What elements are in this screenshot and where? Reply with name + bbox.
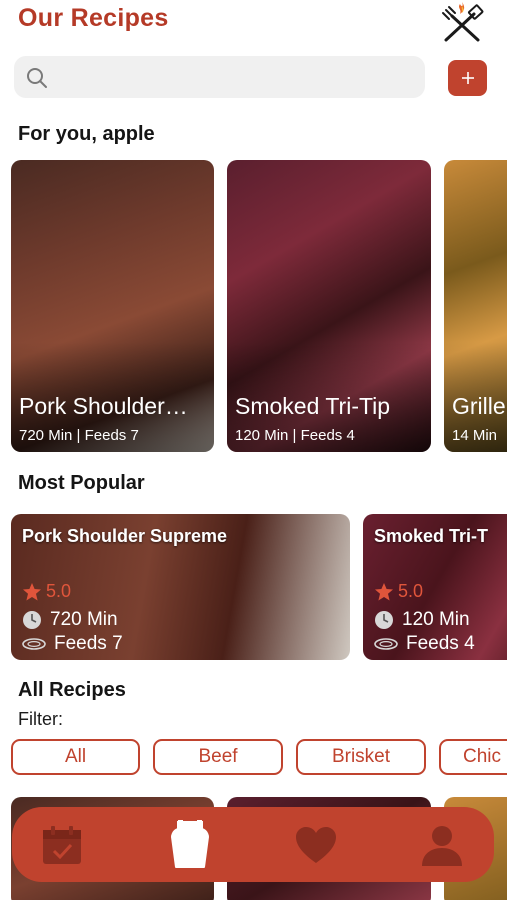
bottom-nav: [12, 807, 494, 882]
filter-label: Filter:: [18, 709, 63, 729]
search-input[interactable]: [58, 64, 422, 92]
nav-item-profile[interactable]: [416, 819, 468, 871]
time-value: 720 Min: [50, 609, 118, 630]
apron-icon: [171, 820, 209, 868]
feeds-row: Feeds 4: [374, 633, 475, 655]
filter-chip-beef[interactable]: Beef: [153, 739, 283, 775]
search-icon: [27, 68, 47, 88]
most-popular-heading: Most Popular: [18, 472, 145, 494]
recipe-card-title: Smoked Tri-Tip: [235, 393, 391, 419]
filter-chips: All Beef Brisket Chic: [11, 739, 507, 781]
calendar-check-icon: [43, 826, 81, 864]
recipe-card-title: Grille: [452, 393, 506, 419]
star-icon: [23, 582, 41, 600]
recipe-card[interactable]: Smoked Tri-Tip 120 Min | Feeds 4: [227, 160, 431, 452]
search-bar[interactable]: [14, 56, 425, 98]
time-row: 720 Min: [22, 609, 118, 631]
rating-value: 5.0: [398, 581, 424, 601]
nav-item-recipes[interactable]: [164, 819, 216, 871]
plate-icon: [374, 638, 398, 650]
add-recipe-button[interactable]: [448, 60, 487, 96]
grill-tools-icon: [438, 0, 486, 46]
time-value: 120 Min: [402, 609, 470, 630]
plus-icon: [461, 72, 474, 84]
all-recipes-heading: All Recipes: [18, 679, 126, 701]
popular-card[interactable]: Smoked Tri-T 5.0 120 Min Feeds 4: [363, 514, 507, 660]
rating: 5.0: [374, 581, 423, 602]
popular-card-title: Pork Shoulder Supreme: [22, 526, 228, 546]
clock-icon: [375, 611, 393, 629]
star-icon: [375, 582, 393, 600]
recipe-card-title: Pork Shoulder…: [19, 393, 188, 419]
recipe-card[interactable]: Grille 14 Min: [444, 160, 507, 452]
for-you-carousel[interactable]: Pork Shoulder… 720 Min | Feeds 7 Smoked …: [11, 160, 507, 452]
recipe-card-meta: 120 Min | Feeds 4: [235, 427, 355, 444]
page-title: Our Recipes: [18, 4, 169, 32]
filter-chip-chicken[interactable]: Chic: [439, 739, 507, 775]
popular-card[interactable]: Pork Shoulder Supreme 5.0 720 Min Feeds …: [11, 514, 350, 660]
most-popular-carousel[interactable]: Pork Shoulder Supreme 5.0 720 Min Feeds …: [11, 514, 507, 660]
rating-value: 5.0: [46, 581, 72, 601]
plate-icon: [22, 638, 46, 650]
feeds-value: Feeds 7: [54, 633, 123, 654]
recipe-card-meta: 14 Min: [452, 427, 498, 444]
filter-chip-all[interactable]: All: [11, 739, 140, 775]
profile-icon: [422, 826, 462, 866]
filter-chip-brisket[interactable]: Brisket: [296, 739, 426, 775]
time-row: 120 Min: [374, 609, 470, 631]
popular-card-title: Smoked Tri-T: [374, 526, 489, 546]
recipe-card[interactable]: Pork Shoulder… 720 Min | Feeds 7: [11, 160, 214, 452]
for-you-heading: For you, apple: [18, 123, 155, 145]
clock-icon: [23, 611, 41, 629]
feeds-value: Feeds 4: [406, 633, 475, 654]
rating: 5.0: [22, 581, 71, 602]
heart-icon: [296, 827, 336, 863]
recipe-card-meta: 720 Min | Feeds 7: [19, 427, 139, 444]
nav-item-calendar[interactable]: [36, 819, 88, 871]
nav-item-favorites[interactable]: [290, 819, 342, 871]
feeds-row: Feeds 7: [22, 633, 123, 655]
